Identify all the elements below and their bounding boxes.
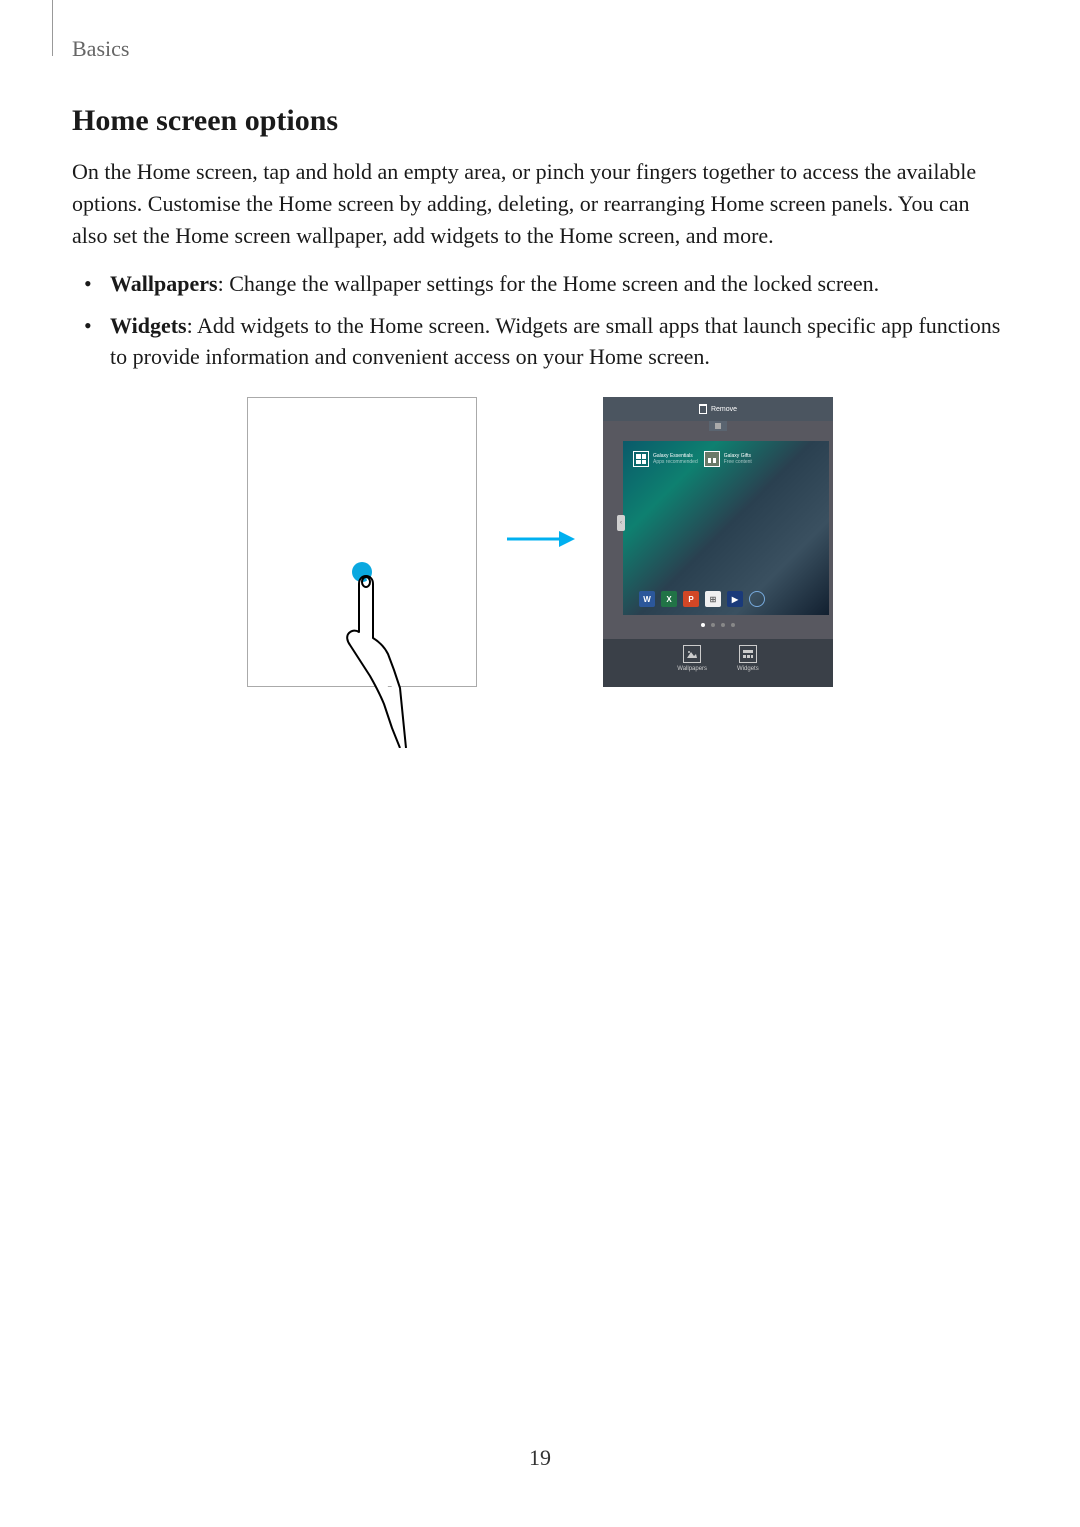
apps-grid-icon	[633, 451, 649, 467]
trash-icon	[699, 404, 707, 414]
play-icon: ▶	[727, 591, 743, 607]
bottom-options-bar: Wallpapers Widgets	[603, 639, 833, 687]
app-dock: W X P ⊞ ▶	[639, 591, 827, 607]
remove-bar: Remove	[603, 397, 833, 421]
browser-icon	[749, 591, 765, 607]
galaxy-essentials-widget: Galaxy Essentials Apps recommended	[633, 451, 698, 467]
wallpaper-icon	[683, 645, 701, 663]
bullet-desc: : Add widgets to the Home screen. Widget…	[110, 313, 1000, 370]
option-wallpapers: Wallpapers	[677, 645, 707, 687]
dot-icon	[721, 623, 725, 627]
side-tab: ‹	[617, 515, 625, 531]
dot-icon	[711, 623, 715, 627]
gift-icon	[704, 451, 720, 467]
widgets-label: Widgets	[737, 666, 759, 672]
widget-text: Galaxy Gifts Free content	[724, 453, 752, 465]
hancom-icon: ⊞	[705, 591, 721, 607]
arrow-right-icon	[505, 529, 575, 549]
breadcrumb: Basics	[72, 36, 129, 62]
figure-row: Remove Galaxy Essentials Apps recommende…	[72, 397, 1008, 687]
hand-gesture-icon	[338, 568, 408, 748]
page-number: 19	[0, 1445, 1080, 1471]
home-tab	[709, 421, 727, 431]
option-widgets: Widgets	[737, 645, 759, 687]
remove-label: Remove	[711, 406, 737, 413]
dot-icon	[731, 623, 735, 627]
bullet-term: Wallpapers	[110, 271, 218, 296]
section-title: Home screen options	[72, 104, 1008, 138]
feature-list: Wallpapers: Change the wallpaper setting…	[72, 268, 1008, 374]
page-tick-line	[52, 0, 53, 56]
page-content: Home screen options On the Home screen, …	[72, 104, 1008, 687]
page-indicator	[603, 623, 833, 627]
home-icon	[715, 423, 721, 429]
intro-paragraph: On the Home screen, tap and hold an empt…	[72, 156, 1008, 252]
widgets-icon	[739, 645, 757, 663]
wallpapers-label: Wallpapers	[677, 666, 707, 672]
dot-icon	[701, 623, 705, 627]
feature-widgets: Widgets: Add widgets to the Home screen.…	[100, 310, 1008, 374]
galaxy-gifts-widget: Galaxy Gifts Free content	[704, 451, 752, 467]
feature-wallpapers: Wallpapers: Change the wallpaper setting…	[100, 268, 1008, 300]
bullet-desc: : Change the wallpaper settings for the …	[218, 271, 880, 296]
home-screen-options-screenshot: Remove Galaxy Essentials Apps recommende…	[603, 397, 833, 687]
excel-icon: X	[661, 591, 677, 607]
word-icon: W	[639, 591, 655, 607]
blank-tablet-illustration	[247, 397, 477, 687]
widget-text: Galaxy Essentials Apps recommended	[653, 453, 698, 465]
powerpoint-icon: P	[683, 591, 699, 607]
bullet-term: Widgets	[110, 313, 187, 338]
home-panel: Galaxy Essentials Apps recommended Galax…	[623, 441, 829, 615]
widget-row: Galaxy Essentials Apps recommended Galax…	[623, 441, 829, 467]
